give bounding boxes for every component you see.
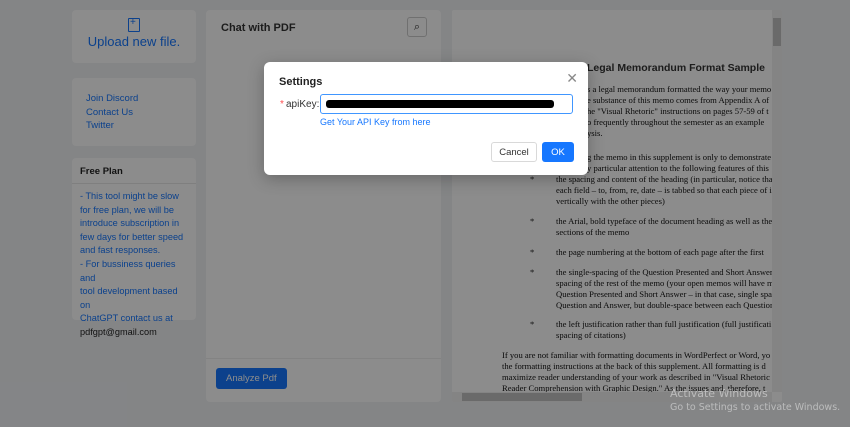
activate-windows-subtitle: Go to Settings to activate Windows.: [670, 402, 841, 413]
redacted-value: [326, 100, 554, 108]
dialog-title: Settings: [279, 76, 323, 88]
api-key-link[interactable]: Get Your API Key from here: [320, 117, 431, 127]
ok-button[interactable]: OK: [542, 142, 574, 162]
cancel-button[interactable]: Cancel: [491, 142, 537, 162]
activate-windows-title: Activate Windows: [670, 387, 768, 400]
settings-dialog: Settings ✕ * apiKey: Get Your API Key fr…: [264, 62, 588, 175]
close-icon[interactable]: ✕: [566, 70, 578, 87]
api-key-label: apiKey:: [286, 99, 320, 110]
required-mark: *: [280, 99, 284, 110]
